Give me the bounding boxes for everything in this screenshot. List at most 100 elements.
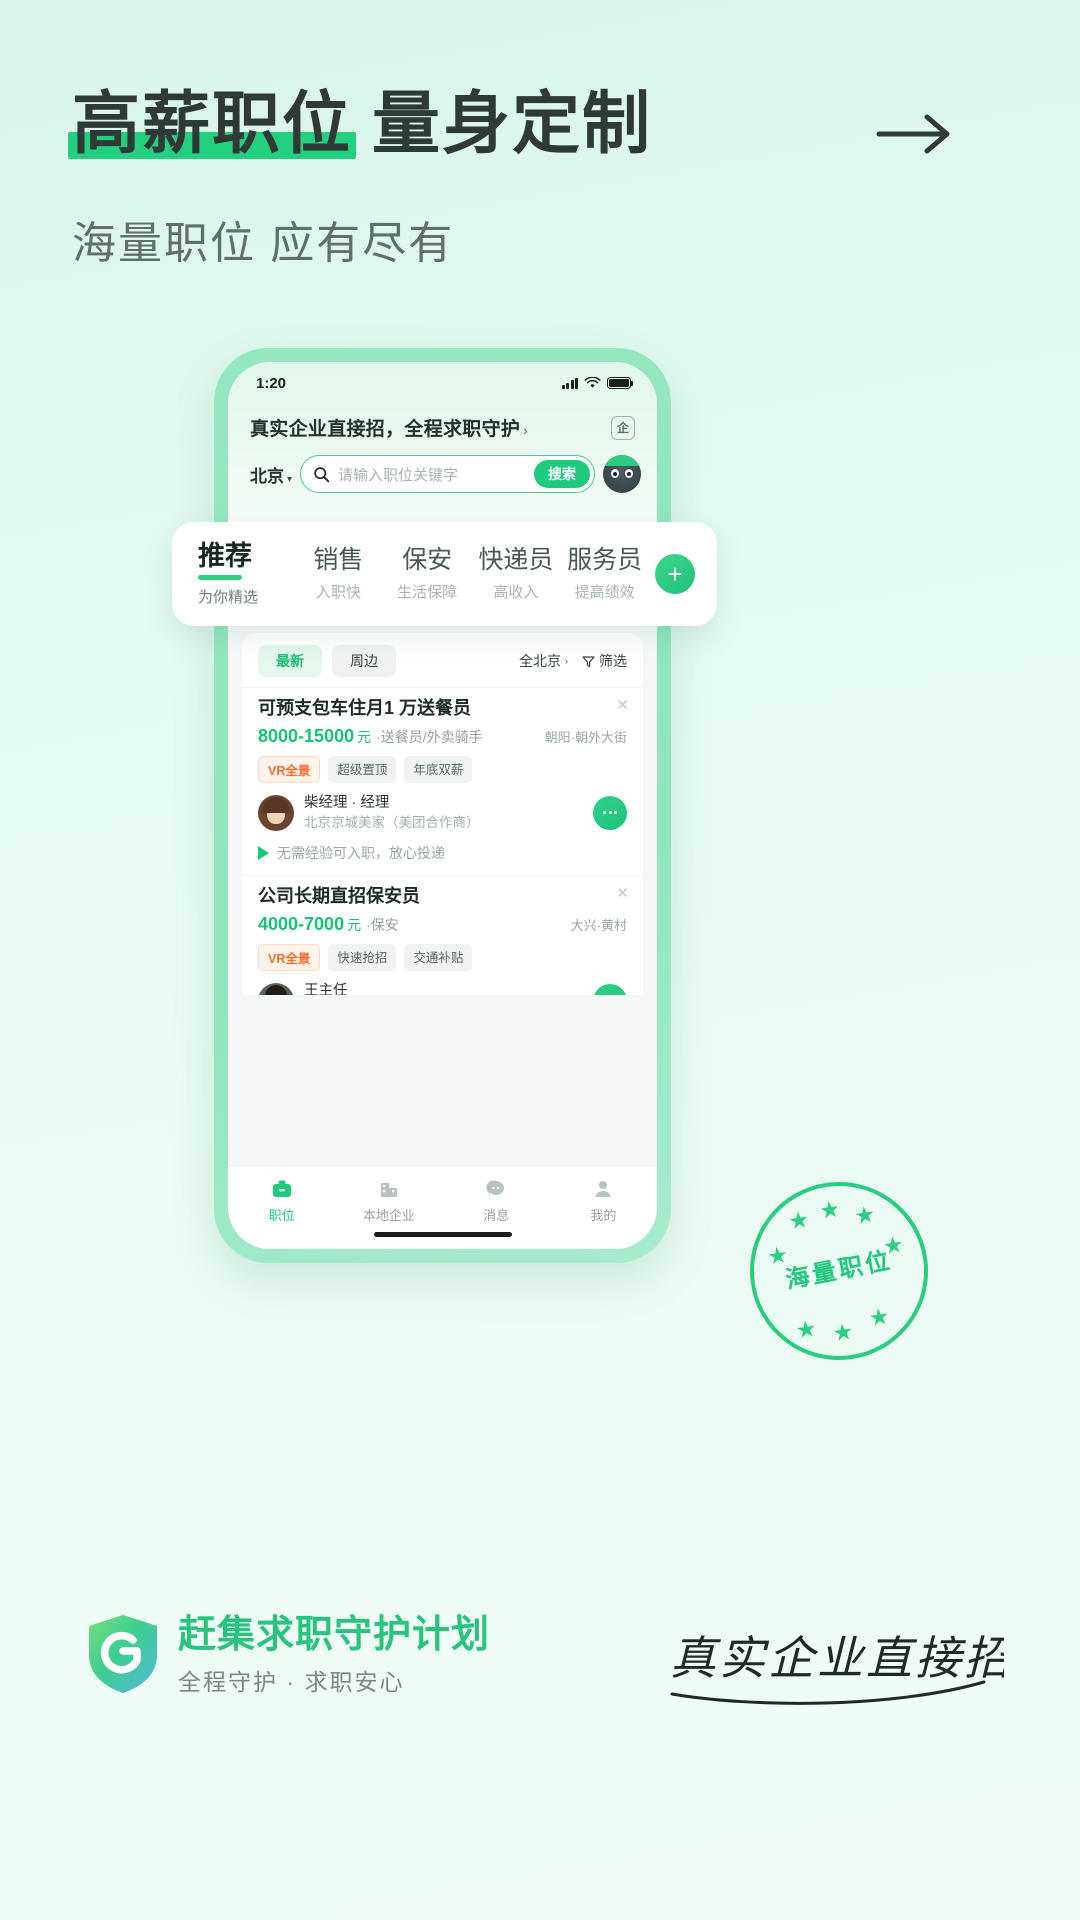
search-input[interactable]: 请输入职位关键字 搜索 [300, 455, 595, 493]
tab-security[interactable]: 保安 生活保障 [383, 546, 472, 602]
search-icon [314, 466, 330, 482]
brand-subtitle: 全程守护 · 求职安心 [178, 1668, 405, 1695]
tab-label: 消息 [483, 1208, 510, 1223]
handwriting-svg: 真实企业直接招 [670, 1633, 1013, 1705]
job-tag: 超级置顶 [328, 756, 397, 783]
briefcase-icon [228, 1176, 335, 1202]
close-icon[interactable]: ✕ [616, 886, 629, 901]
job-tag: 年底双薪 [404, 756, 473, 783]
tab-jobs[interactable]: 职位 [228, 1176, 335, 1224]
job-salary: 4000-7000 [258, 913, 345, 934]
seal-text: 海量职位 [783, 1246, 895, 1294]
city-selector[interactable]: 北京 ▾ [250, 462, 292, 487]
star-icon: ★ [817, 1195, 842, 1225]
tab-sub-label: 提高绩效 [574, 583, 635, 601]
floating-category-tabs: 推荐 为你精选 销售 入职快 保安 生活保障 快递员 高收入 服务员 提高绩效 … [172, 522, 717, 626]
tab-courier[interactable]: 快递员 高收入 [472, 546, 561, 602]
job-salary-unit: 元 [357, 729, 372, 745]
status-time: 1:20 [256, 374, 287, 392]
chat-icon[interactable] [593, 795, 627, 830]
tab-main-label: 销售 [313, 546, 364, 575]
job-title: 可预支包车住月1 万送餐员 [258, 698, 472, 718]
arrow-right-glyph [876, 114, 950, 154]
brand-title: 赶集求职守护计划 [178, 1614, 491, 1656]
signal-icon [561, 377, 578, 389]
promo-caret: › [523, 423, 528, 438]
tab-main-label: 推荐 [198, 540, 252, 571]
job-list: 最新 周边 全北京 › 筛选 ✕ 可预支包车住月1 万送餐员 8000-1500… [242, 633, 643, 995]
add-category-button[interactable]: + [655, 554, 695, 594]
tab-sales[interactable]: 销售 入职快 [294, 546, 383, 602]
filter-chip-nearby[interactable]: 周边 [332, 645, 396, 677]
job-note-text: 无需经验可入职，放心投递 [277, 844, 445, 861]
search-row: 北京 ▾ 请输入职位关键字 搜索 [228, 445, 657, 507]
arrow-right-icon[interactable] [870, 104, 960, 164]
status-bar: 1:20 [228, 362, 657, 404]
star-icon: ★ [852, 1200, 877, 1230]
job-salary-unit: 元 [347, 916, 362, 933]
job-tag: 交通补贴 [404, 943, 473, 971]
filter-row: 最新 周边 全北京 › 筛选 [242, 645, 643, 687]
recruiter-avatar [258, 794, 294, 831]
region-label: 全北京 [519, 653, 561, 669]
job-tags: VR全景 超级置顶 年底双薪 [258, 756, 627, 783]
search-placeholder: 请输入职位关键字 [338, 466, 459, 484]
funnel-icon [582, 655, 595, 667]
tab-sub-label: 生活保障 [397, 583, 458, 601]
brand-text: 赶集求职守护计划 全程守护 · 求职安心 [178, 1612, 490, 1696]
avatar-eye-left [611, 469, 619, 478]
job-tags: VR全景 快速抢招 交通补贴 [258, 943, 627, 971]
filter-chip-latest[interactable]: 最新 [258, 645, 322, 677]
job-tag: 快速抢招 [328, 943, 397, 971]
filter-label: 筛选 [599, 653, 627, 669]
promo-text: 真实企业直接招，全程求职守护 › [250, 414, 528, 441]
seal-badge: ★ ★ ★ ★ ★ ★ ★ ★ 海量职位 [738, 1170, 940, 1372]
promo-label: 真实企业直接招，全程求职守护 [250, 419, 521, 440]
tab-label: 职位 [268, 1208, 295, 1223]
enterprise-badge-icon[interactable]: 企 [611, 415, 635, 440]
handwriting-text: 真实企业直接招 [670, 1633, 1004, 1684]
star-icon: ★ [786, 1205, 811, 1235]
chevron-right-icon: › [565, 656, 568, 666]
close-icon[interactable]: ✕ [616, 698, 629, 713]
phone-mockup: 1:20 真实企业直接招，全程求职守护 › 企 北京 ▾ 请输入职位关键字 搜索… [214, 348, 671, 1263]
message-icon [443, 1176, 550, 1202]
phone-screen: 1:20 真实企业直接招，全程求职守护 › 企 北京 ▾ 请输入职位关键字 搜索… [228, 362, 657, 1249]
tab-profile[interactable]: 我的 [550, 1176, 657, 1224]
job-category: ·送餐员/外卖骑手 [376, 729, 483, 745]
tab-recommend[interactable]: 推荐 为你精选 [198, 541, 294, 607]
headline-rest-text: 量身定制 [372, 86, 653, 162]
star-icon: ★ [794, 1314, 819, 1344]
user-avatar-icon[interactable] [603, 455, 641, 493]
job-tag-vr: VR全景 [258, 756, 321, 783]
recruiter-text: 王主任 中国新泰启胜保安服务有限公司 [304, 982, 493, 995]
brand-block: 赶集求职守护计划 全程守护 · 求职安心 [86, 1612, 490, 1696]
tab-waiter[interactable]: 服务员 提高绩效 [560, 546, 649, 602]
chat-icon[interactable] [593, 983, 627, 995]
job-tag-vr: VR全景 [258, 943, 321, 971]
tab-messages[interactable]: 消息 [443, 1176, 550, 1224]
recruiter-company: 北京京城美家（美团合作商） [304, 814, 480, 830]
job-salary-row: 8000-15000 元 ·送餐员/外卖骑手 朝阳·朝外大街 [258, 726, 627, 747]
page-title: 高薪职位 量身定制 [68, 86, 1008, 162]
page-subtitle: 海量职位 应有尽有 [72, 219, 455, 269]
tab-local-companies[interactable]: 本地企业 [335, 1176, 442, 1224]
tab-main-label: 快递员 [478, 546, 554, 575]
search-button[interactable]: 搜索 [534, 460, 590, 488]
promo-banner[interactable]: 真实企业直接招，全程求职守护 › 企 [228, 404, 657, 445]
job-card[interactable]: ✕ 公司长期直招保安员 4000-7000 元 ·保安 大兴·黄村 VR全景 快… [242, 874, 643, 995]
tab-main-label: 服务员 [567, 546, 643, 575]
region-selector[interactable]: 全北京 › [519, 651, 568, 671]
job-location: 朝阳·朝外大街 [544, 730, 627, 745]
profile-icon [550, 1176, 657, 1202]
filter-button[interactable]: 筛选 [582, 651, 627, 671]
star-icon: ★ [830, 1317, 855, 1347]
job-title: 公司长期直招保安员 [258, 885, 420, 906]
star-icon: ★ [867, 1302, 892, 1332]
avatar-eye-right [625, 469, 633, 478]
job-note: 无需经验可入职，放心投递 [258, 843, 627, 863]
tab-sub-label: 高收入 [493, 583, 539, 601]
phone-frame: 1:20 真实企业直接招，全程求职守护 › 企 北京 ▾ 请输入职位关键字 搜索… [214, 348, 671, 1263]
filter-right: 全北京 › 筛选 [519, 651, 627, 671]
job-card[interactable]: ✕ 可预支包车住月1 万送餐员 8000-15000 元 ·送餐员/外卖骑手 朝… [242, 687, 643, 875]
